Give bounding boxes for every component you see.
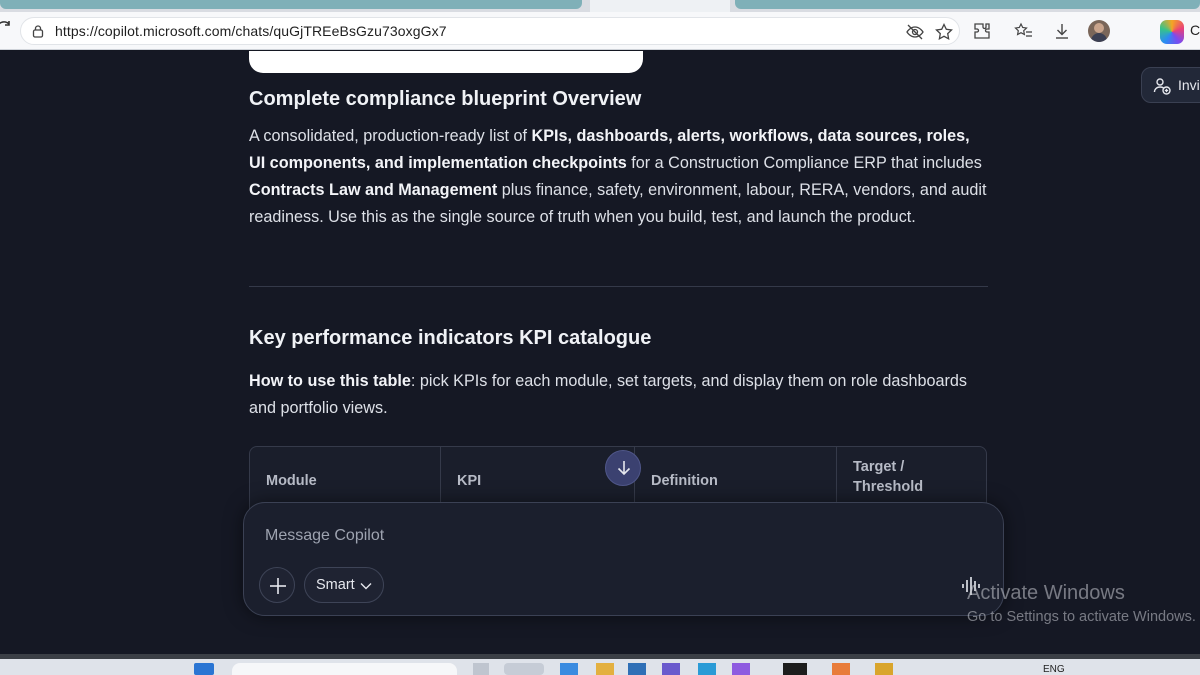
browser-tab-strip [0,0,1200,12]
taskbar-app-icon[interactable] [783,663,807,675]
overview-text: for a Construction Compliance ERP that i… [626,154,982,172]
favorite-star-icon[interactable] [934,22,954,42]
chevron-down-icon [360,583,372,590]
language-indicator[interactable]: ENG [1043,664,1065,675]
taskbar-app-icon[interactable] [662,663,680,675]
extensions-icon[interactable] [972,21,992,41]
downloads-icon[interactable] [1052,21,1072,41]
windows-start-icon[interactable] [194,663,214,675]
watermark-subtitle: Go to Settings to activate Windows. [967,609,1196,625]
profile-name-fragment: C [1190,22,1200,38]
add-attachment-button[interactable] [259,567,295,603]
taskbar-app-icon[interactable] [732,663,750,675]
mode-selector-button[interactable]: Smart [304,567,384,603]
taskbar-search-box[interactable] [232,663,457,675]
watermark-title: Activate Windows [967,582,1125,604]
mode-label: Smart [316,577,355,593]
previous-content-card [249,51,643,73]
windows-taskbar: ENG [0,654,1200,675]
taskbar-edge [0,654,1200,659]
kpi-paragraph: How to use this table: pick KPIs for eac… [249,368,989,422]
message-input[interactable]: Message Copilot [265,527,384,545]
reload-icon[interactable] [0,19,16,41]
taskbar-app-icon[interactable] [698,663,716,675]
taskbar-app-edge-icon[interactable] [504,663,544,675]
scroll-to-bottom-button[interactable] [605,450,641,486]
address-bar[interactable]: https://copilot.microsoft.com/chats/quGj… [20,17,960,45]
browser-toolbar: https://copilot.microsoft.com/chats/quGj… [0,12,1200,50]
overview-paragraph: A consolidated, production-ready list of… [249,123,989,231]
profile-avatar[interactable] [1088,20,1110,42]
taskbar-app-icon[interactable] [596,663,614,675]
copilot-logo-icon[interactable] [1160,20,1184,44]
taskbar-app-icon[interactable] [560,663,578,675]
people-add-icon [1153,78,1171,95]
kpi-heading: Key performance indicators KPI catalogue [249,327,652,349]
kpi-section: Key performance indicators KPI catalogue… [249,327,989,422]
overview-section: Complete compliance blueprint Overview A… [249,88,989,231]
taskbar-app-icon[interactable] [832,663,850,675]
tracking-prevention-icon[interactable] [905,22,925,42]
plus-icon [270,578,286,594]
favorites-icon[interactable] [1014,21,1034,41]
browser-tab[interactable] [0,0,582,9]
task-view-icon[interactable] [473,663,489,675]
taskbar-app-icon[interactable] [875,663,893,675]
chat-main: Invi Complete compliance blueprint Overv… [0,51,1200,654]
activate-windows-watermark: Activate Windows Go to Settings to activ… [967,582,1196,625]
taskbar-app-icon[interactable] [628,663,646,675]
kpi-bold-text: How to use this table [249,372,411,390]
invite-label: Invi [1178,77,1200,93]
arrow-down-icon [617,461,631,476]
section-divider [249,286,988,287]
message-composer[interactable]: Message Copilot Smart [243,502,1004,616]
overview-bold-text: Contracts Law and Management [249,181,498,199]
browser-tab-active[interactable] [590,0,730,12]
browser-tab[interactable] [735,0,1200,9]
lock-icon[interactable] [31,24,45,38]
overview-text: A consolidated, production-ready list of [249,127,532,145]
url-text[interactable]: https://copilot.microsoft.com/chats/quGj… [55,23,447,39]
invite-button[interactable]: Invi [1141,67,1200,103]
overview-heading: Complete compliance blueprint Overview [249,88,642,110]
